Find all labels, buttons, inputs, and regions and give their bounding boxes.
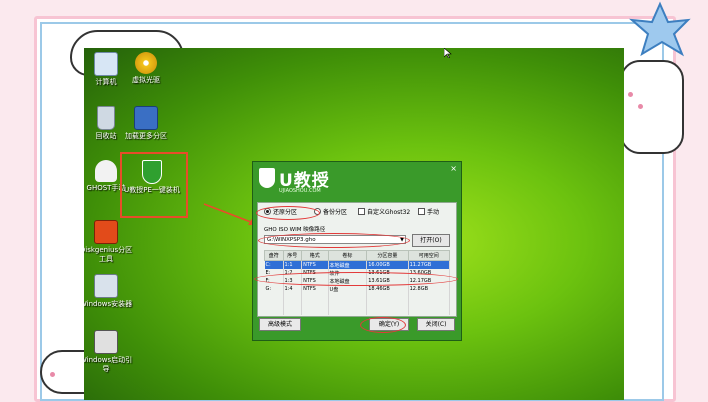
column-header: 序号 [282,250,303,261]
desktop-icon-load-partitions[interactable]: 加载更多分区 [118,106,174,141]
table-row-empty [264,293,451,304]
recycle-bin-icon [97,106,115,130]
desktop-icon-windows-installer[interactable]: Windows安装器 [84,274,134,309]
table-header-row: 盘符 序号 格式 卷标 分区容量 可用空间 [264,250,451,261]
windows-boot-icon [94,330,118,354]
annotation-oval-restore [256,206,320,220]
diskgenius-icon [94,220,118,244]
computer-icon [94,52,118,76]
column-header: 格式 [301,250,329,261]
checkbox-icon [418,208,425,215]
desktop-icon-windows-boot[interactable]: Windows启动引导 [84,330,134,374]
dot-decoration [628,92,633,97]
advanced-mode-button[interactable]: 高级模式 [259,318,301,331]
checkbox-icon [358,208,365,215]
brand-url: UJIAOSHOU.COM [279,188,321,194]
mouse-cursor-icon [444,48,452,58]
close-button[interactable]: 关闭(C) [417,318,455,331]
column-header: 盘符 [264,250,284,261]
dot-decoration [638,104,643,109]
column-header: 卷标 [327,250,368,261]
desktop: 计算机 虚拟光驱 回收站 加载更多分区 GHOST手动 U教授PE一键装机 Di… [84,48,624,400]
desktop-icon-virtual-drive[interactable]: 虚拟光驱 [118,52,174,85]
disc-icon [135,52,157,74]
window-titlebar: U教授 UJIAOSHOU.COM × [253,162,461,202]
annotation-oval-row [254,272,458,286]
table-row-empty [264,304,451,315]
checkbox-custom-ghost[interactable]: 自定义Ghost32 [358,207,410,216]
dot-decoration [50,372,55,377]
windows-installer-icon [94,274,118,298]
open-button[interactable]: 打开(O) [412,234,450,247]
desktop-icon-diskgenius[interactable]: Diskgenius分区工具 [84,220,134,264]
shield-logo-icon [259,168,275,188]
table-row[interactable]: G: 1:4 NTFS U盘 18.46GB 12.8GB [264,285,451,293]
column-header: 可用空间 [407,250,451,261]
highlight-box [120,152,188,218]
annotation-oval-path [258,233,410,248]
table-row[interactable]: C: 1:1 NTFS 本地磁盘 16.00GB 11.27GB [264,260,451,269]
cloud-decoration-right [620,60,684,154]
annotation-oval-ok [360,317,406,333]
star-icon [628,1,691,57]
ujiaoshou-installer-window: U教授 UJIAOSHOU.COM × 还原分区 备份分区 自定义Ghost32… [252,161,462,341]
checkbox-manual[interactable]: 手动 [418,207,439,216]
column-header: 分区容量 [366,250,409,261]
action-buttons: 高级模式 确定(Y) 关闭(C) [257,318,457,334]
close-icon[interactable]: × [450,164,457,173]
partition-icon [134,106,158,130]
ghost-icon [95,160,117,182]
image-path-label: GHO ISO WIM 映像路径 [264,227,326,233]
